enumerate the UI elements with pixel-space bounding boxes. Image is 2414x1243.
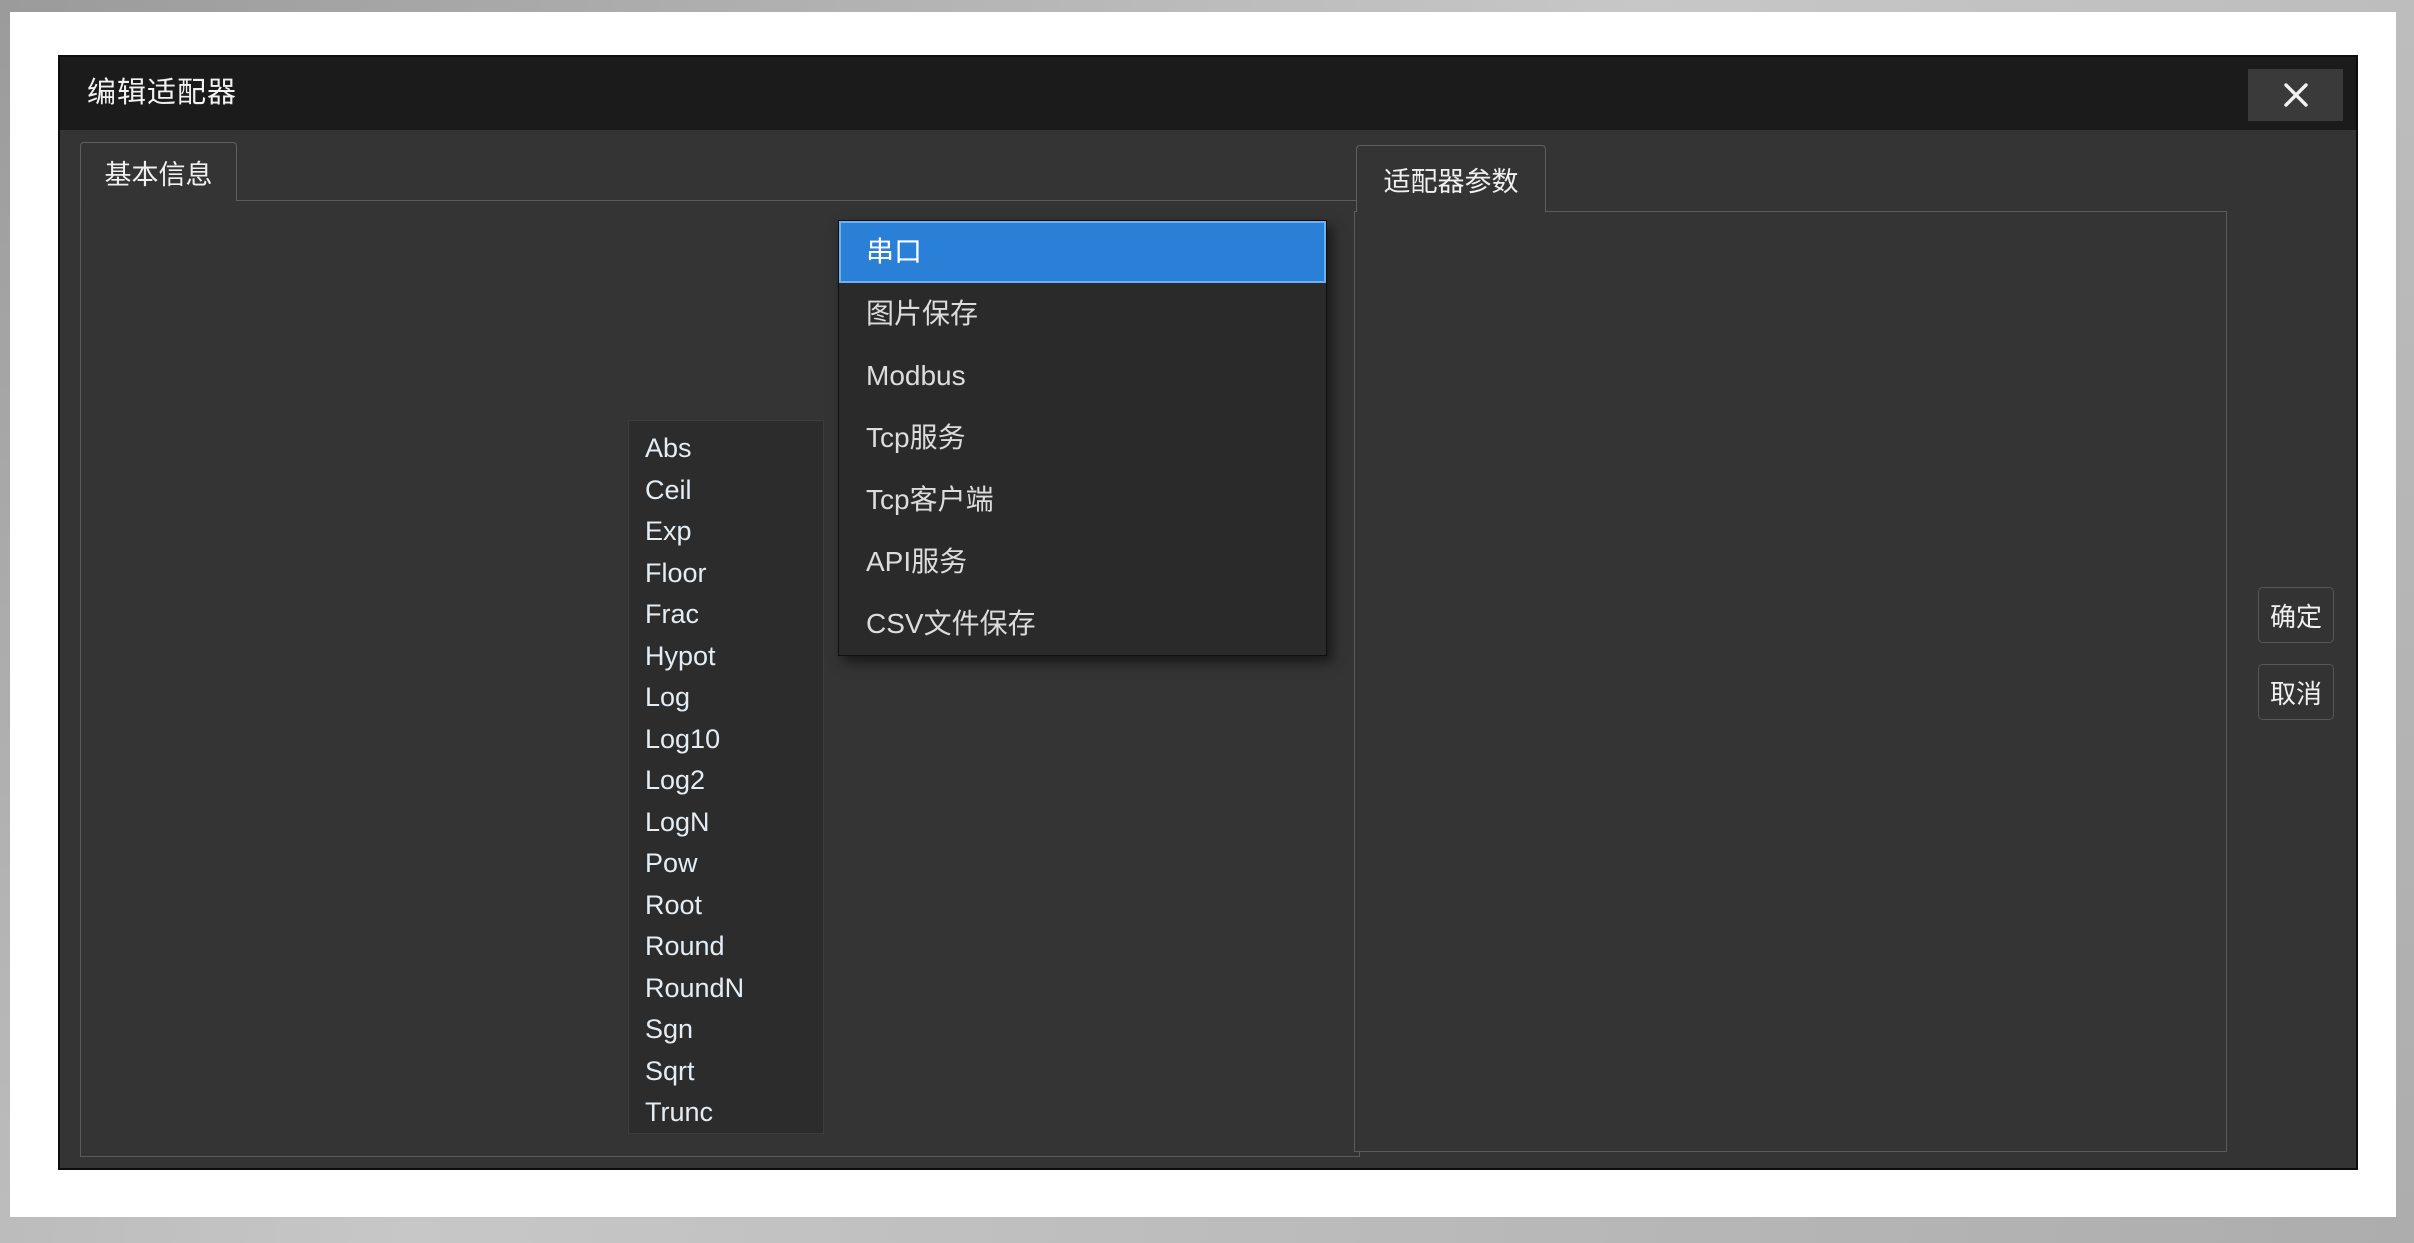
type-option[interactable]: Tcp客户端 — [839, 469, 1326, 531]
type-option[interactable]: Tcp服务 — [839, 407, 1326, 469]
type-dropdown-list: 串口图片保存ModbusTcp服务Tcp客户端API服务CSV文件保存 — [838, 220, 1327, 656]
function-item[interactable]: Exp — [629, 511, 823, 553]
cancel-button[interactable]: 取消 — [2258, 664, 2334, 720]
adapter-params-group — [1354, 211, 2227, 1152]
close-button[interactable] — [2248, 69, 2343, 121]
edit-adapter-dialog: 编辑适配器 基本信息 名称 类型 串口图片保存ModbusTcp服务Tcp客户端… — [58, 55, 2358, 1170]
type-option[interactable]: API服务 — [839, 531, 1326, 593]
function-item[interactable]: Abs — [629, 428, 823, 470]
function-list: AbsCeilExpFloorFracHypotLogLog10Log2LogN… — [628, 420, 824, 1134]
ok-button[interactable]: 确定 — [2258, 587, 2334, 643]
function-item[interactable]: Sqrt — [629, 1051, 823, 1093]
function-item[interactable]: Ceil — [629, 470, 823, 512]
tab-adapter-params[interactable]: 适配器参数 — [1356, 145, 1546, 212]
function-item[interactable]: Log10 — [629, 719, 823, 761]
function-item[interactable]: Root — [629, 885, 823, 927]
function-item[interactable]: Round — [629, 926, 823, 968]
type-option[interactable]: CSV文件保存 — [839, 593, 1326, 655]
close-icon — [2281, 80, 2311, 110]
type-option[interactable]: Modbus — [839, 345, 1326, 407]
function-item[interactable]: Sgn — [629, 1009, 823, 1051]
function-item[interactable]: Pow — [629, 843, 823, 885]
function-item[interactable]: Log2 — [629, 760, 823, 802]
function-item[interactable]: Log — [629, 677, 823, 719]
function-item[interactable]: Hypot — [629, 636, 823, 678]
function-item[interactable]: RoundN — [629, 968, 823, 1010]
dialog-titlebar: 编辑适配器 — [60, 57, 2356, 130]
dialog-title: 编辑适配器 — [87, 57, 237, 130]
function-item[interactable]: Trunc — [629, 1092, 823, 1134]
function-item[interactable]: LogN — [629, 802, 823, 844]
function-item[interactable]: Floor — [629, 553, 823, 595]
type-option[interactable]: 串口 — [839, 221, 1326, 283]
function-item[interactable]: Frac — [629, 594, 823, 636]
tab-basic-info[interactable]: 基本信息 — [80, 142, 237, 201]
type-option[interactable]: 图片保存 — [839, 283, 1326, 345]
